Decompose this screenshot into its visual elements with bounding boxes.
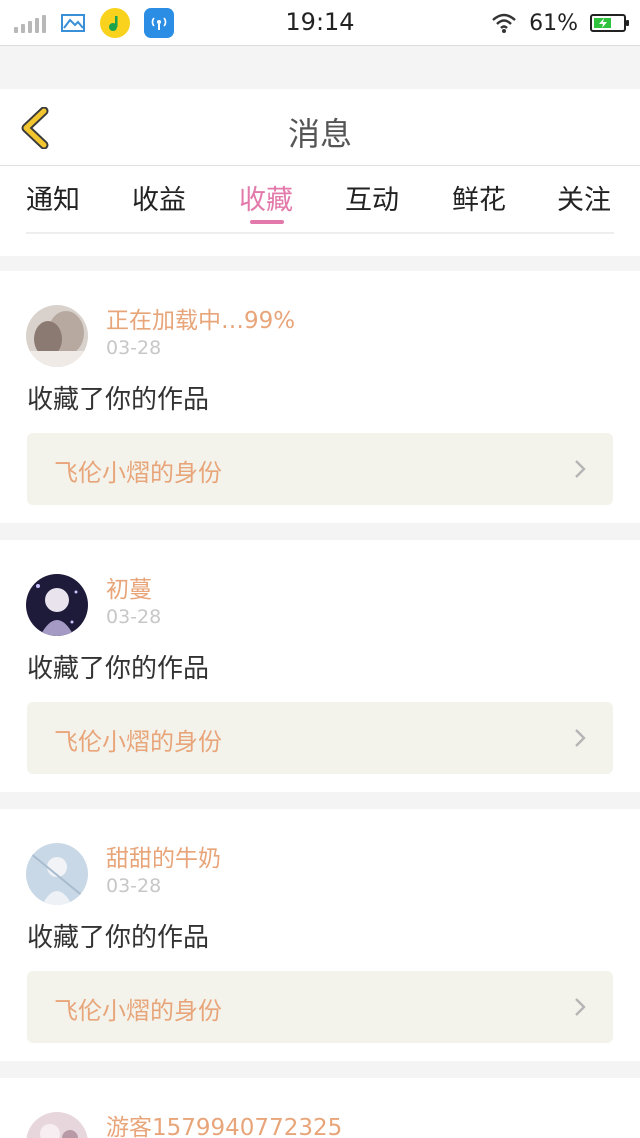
tab-interaction[interactable]: 互动 [345,178,399,217]
work-link[interactable]: 飞伦小熠的身份 [27,702,613,774]
work-link[interactable]: 飞伦小熠的身份 [27,433,613,505]
avatar[interactable] [26,1112,88,1138]
date: 03-28 [106,875,162,897]
date: 03-28 [106,606,162,628]
username[interactable]: 初蔓 [106,570,152,604]
username[interactable]: 甜甜的牛奶 [106,839,221,873]
status-bar-right: 61% [491,8,629,38]
tab-favorites[interactable]: 收藏 [239,178,293,217]
tab-active-indicator [250,220,284,224]
tab-follow[interactable]: 关注 [557,178,611,217]
action-text: 收藏了你的作品 [27,923,210,953]
tab-flowers[interactable]: 鲜花 [452,178,506,217]
notification-card: 游客1579940772325 [0,1078,640,1138]
wifi-icon [492,13,516,33]
work-title: 飞伦小熠的身份 [54,728,222,756]
notification-card: 初蔓 03-28 收藏了你的作品 飞伦小熠的身份 [0,540,640,792]
chevron-right-icon [575,998,586,1016]
battery-icon [590,14,629,32]
avatar[interactable] [26,843,88,905]
chevron-right-icon [575,729,586,747]
page-title: 消息 [287,115,352,153]
username[interactable]: 正在加载中…99% [106,301,295,335]
avatar[interactable] [26,574,88,636]
tab-bar: 通知 收益 收藏 互动 鲜花 关注 [0,166,640,256]
work-title: 飞伦小熠的身份 [54,997,222,1025]
status-bar: 19:14 61% [0,0,640,46]
avatar[interactable] [26,305,88,367]
chevron-right-icon [575,460,586,478]
action-text: 收藏了你的作品 [27,385,210,415]
tab-divider [26,232,614,234]
username[interactable]: 游客1579940772325 [106,1108,342,1138]
action-text: 收藏了你的作品 [27,654,210,684]
battery-percent: 61% [529,10,578,36]
work-link[interactable]: 飞伦小熠的身份 [27,971,613,1043]
work-title: 飞伦小熠的身份 [54,459,222,487]
date: 03-28 [106,337,162,359]
tab-notify[interactable]: 通知 [26,178,80,217]
tab-earnings[interactable]: 收益 [132,178,186,217]
header-bar: 消息 [0,89,640,166]
notification-card: 正在加载中…99% 03-28 收藏了你的作品 飞伦小熠的身份 [0,271,640,523]
notification-card: 甜甜的牛奶 03-28 收藏了你的作品 飞伦小熠的身份 [0,809,640,1061]
battery-level-fill [594,18,612,28]
